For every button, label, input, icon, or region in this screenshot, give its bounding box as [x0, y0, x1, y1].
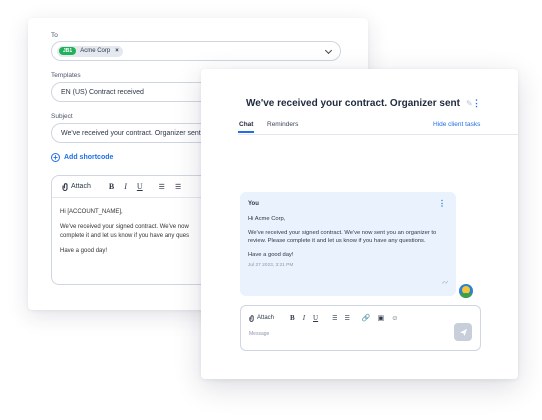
numbered-list-icon[interactable]: ☰: [159, 183, 165, 191]
italic-button[interactable]: I: [124, 182, 127, 191]
plus-icon: +: [51, 153, 60, 162]
read-receipt-icon: ✓✓: [441, 280, 449, 286]
composer-toolbar: Attach B I U ☰ ☰ 🔗 ▣ ☺: [249, 314, 405, 322]
message-body: We've received your signed contract. We'…: [248, 230, 437, 244]
tab-chat[interactable]: Chat: [237, 121, 255, 133]
composer-bold-button[interactable]: B: [290, 314, 295, 322]
chevron-down-icon[interactable]: [324, 46, 333, 55]
recipient-badge: JB1: [59, 47, 77, 55]
underline-button[interactable]: U: [137, 182, 143, 191]
to-label: To: [51, 32, 58, 39]
composer-attach-label: Attach: [257, 315, 275, 321]
tab-reminders[interactable]: Reminders: [267, 121, 298, 128]
composer-attach-button[interactable]: Attach: [249, 314, 275, 322]
composer-italic-button[interactable]: I: [303, 314, 305, 322]
subject-label: Subject: [51, 113, 73, 120]
message-bubble: You ⋮ Hi Acme Corp, We've received your …: [240, 192, 456, 296]
paperclip-icon: [62, 182, 68, 191]
bullet-list-icon[interactable]: ☰: [175, 183, 181, 191]
composer-underline-button[interactable]: U: [313, 314, 318, 322]
chat-title: We've received your contract. Organizer …: [246, 98, 473, 109]
remove-recipient-icon[interactable]: ×: [115, 48, 119, 54]
add-shortcode-button[interactable]: + Add shortcode: [51, 153, 113, 162]
message-greeting: Hi Acme Corp,: [248, 216, 286, 222]
message-composer[interactable]: Attach B I U ☰ ☰ 🔗 ▣ ☺ Message: [240, 305, 481, 351]
avatar: [459, 284, 473, 298]
message-timestamp: Jul 27 2023, 3:21 PM: [248, 263, 294, 268]
send-icon: [459, 328, 467, 336]
recipient-name: Acme Corp: [80, 48, 111, 54]
chat-title-text: We've received your contract. Organizer …: [246, 98, 460, 109]
hide-client-tasks-link[interactable]: Hide client tasks: [433, 121, 480, 128]
video-icon[interactable]: ▣: [378, 314, 385, 322]
message-closing: Have a good day!: [248, 252, 294, 258]
add-shortcode-label: Add shortcode: [64, 154, 114, 161]
bold-button[interactable]: B: [109, 182, 114, 191]
templates-label: Templates: [51, 72, 81, 79]
message-options-icon[interactable]: ⋮: [438, 200, 446, 208]
chat-card: We've received your contract. Organizer …: [201, 69, 518, 379]
chat-tabs: Chat Reminders Hide client tasks: [237, 118, 518, 135]
message-sender: You: [248, 201, 259, 207]
emoji-icon[interactable]: ☺: [391, 315, 398, 322]
paperclip-icon: [249, 314, 254, 322]
numbered-list-icon[interactable]: ☰: [332, 315, 337, 322]
send-button[interactable]: [454, 323, 472, 341]
link-icon[interactable]: 🔗: [362, 314, 371, 322]
attach-button[interactable]: Attach: [62, 182, 91, 191]
bullet-list-icon[interactable]: ☰: [344, 315, 349, 322]
attach-label: Attach: [71, 183, 91, 190]
avatar-hill-shape: [459, 293, 473, 298]
to-field[interactable]: JB1 Acme Corp ×: [51, 41, 341, 61]
more-options-icon[interactable]: ⋮: [472, 99, 481, 108]
recipient-chip[interactable]: JB1 Acme Corp ×: [57, 45, 123, 57]
message-input[interactable]: Message: [249, 331, 269, 337]
